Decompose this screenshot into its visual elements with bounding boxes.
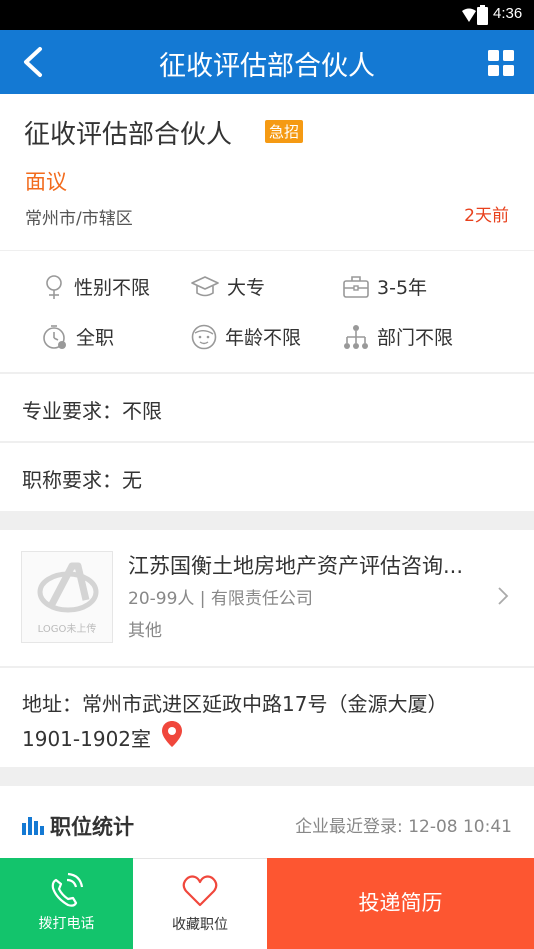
wifi-icon — [462, 8, 476, 22]
status-bar: 4:36 — [0, 0, 534, 30]
salary: 面议 — [25, 170, 67, 194]
face-icon — [191, 324, 217, 349]
attribute-age: 年龄不限 — [191, 323, 301, 350]
favorite-button[interactable]: 收藏职位 — [133, 858, 267, 949]
app-bar: 征收评估部合伙人 — [0, 30, 534, 94]
attribute-label: 年龄不限 — [225, 327, 302, 349]
call-button[interactable]: 拨打电话 — [0, 858, 133, 949]
company-name: 江苏国衡土地房地产资产评估咨询... — [128, 554, 464, 578]
job-stats-section: 职位统计 企业最近登录: 12-08 10:41 — [0, 786, 534, 858]
attribute-label: 3-5年 — [377, 277, 428, 299]
title-requirement: 职称要求：无 — [22, 468, 142, 492]
attribute-department: 部门不限 — [343, 323, 453, 350]
logo-placeholder-text: LOGO未上传 — [37, 624, 97, 635]
briefcase-icon — [343, 275, 369, 298]
attribute-label: 全职 — [76, 327, 115, 349]
job-header: 征收评估部合伙人 急招 面议 常州市/市辖区 2天前 — [0, 94, 534, 250]
company-last-login: 企业最近登录: 12-08 10:41 — [295, 817, 512, 837]
attribute-label: 大专 — [227, 277, 266, 299]
call-label: 拨打电话 — [38, 916, 95, 932]
job-title: 征收评估部合伙人 — [24, 120, 233, 150]
status-time: 4:36 — [493, 5, 523, 22]
posted-time: 2天前 — [464, 206, 509, 226]
title-requirement-row: 职称要求：无 — [0, 443, 534, 511]
attribute-education: 大专 — [191, 273, 265, 300]
chevron-right-icon — [498, 587, 509, 605]
battery-icon — [477, 5, 488, 25]
major-requirement: 专业要求：不限 — [22, 399, 162, 423]
attribute-experience: 3-5年 — [343, 273, 427, 300]
attribute-label: 部门不限 — [377, 327, 454, 349]
company-logo: LOGO未上传 — [21, 551, 113, 643]
gender-icon — [46, 274, 62, 299]
address-line-2-row: 1901-1902室 — [22, 720, 492, 755]
job-location: 常州市/市辖区 — [25, 209, 133, 229]
address-line-1: 地址：常州市武进区延政中路17号（金源大厦） — [22, 692, 448, 716]
education-cap-icon — [191, 275, 219, 296]
job-attributes: 性别不限 大专 3-5年 全职 年龄不限 部门不限 — [0, 251, 534, 372]
logo-placeholder-icon — [37, 562, 99, 613]
phone-icon — [51, 872, 84, 907]
job-stats-title: 职位统计 — [50, 815, 134, 839]
heart-icon — [182, 875, 218, 907]
attribute-label: 性别不限 — [74, 277, 151, 299]
map-pin-icon[interactable] — [161, 720, 183, 748]
company-card[interactable]: LOGO未上传 江苏国衡土地房地产资产评估咨询... 20-99人 | 有限责任… — [0, 530, 534, 666]
company-size: 20-99人 | 有限责任公司 — [128, 589, 313, 609]
address-section: 地址：常州市武进区延政中路17号（金源大厦） 1901-1902室 — [0, 668, 534, 767]
attribute-job-type: 全职 — [42, 323, 114, 350]
company-industry: 其他 — [128, 621, 162, 641]
urgent-badge: 急招 — [265, 120, 304, 143]
bar-chart-icon — [22, 817, 44, 835]
clock-icon — [43, 324, 66, 349]
company-address: 地址：常州市武进区延政中路17号（金源大厦） 1901-1902室 — [22, 688, 492, 755]
page-title: 征收评估部合伙人 — [159, 51, 375, 82]
address-line-2: 1901-1902室 — [22, 727, 152, 751]
apply-resume-button[interactable]: 投递简历 — [267, 858, 534, 949]
grid-menu-icon[interactable] — [488, 50, 514, 76]
favorite-label: 收藏职位 — [172, 917, 228, 933]
major-requirement-row: 专业要求：不限 — [0, 374, 534, 441]
org-chart-icon — [344, 324, 368, 349]
bottom-action-bar: 拨打电话 收藏职位 投递简历 — [0, 858, 534, 949]
attribute-gender: 性别不限 — [42, 273, 150, 300]
